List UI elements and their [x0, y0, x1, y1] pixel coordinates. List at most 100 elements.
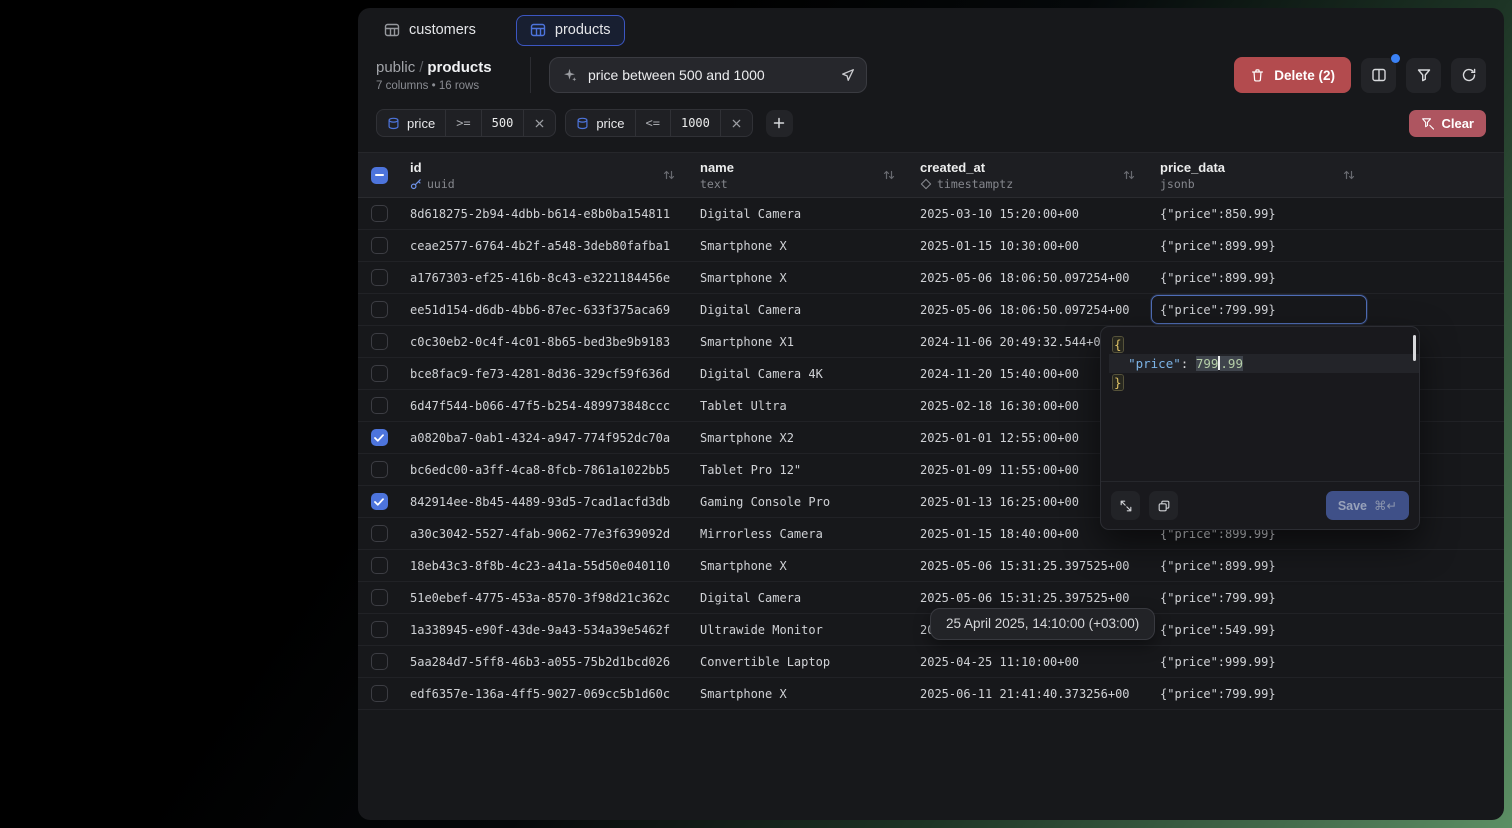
row-checkbox[interactable]	[371, 365, 388, 382]
cell-id[interactable]: a0820ba7-0ab1-4324-a947-774f952dc70a	[400, 422, 690, 453]
column-header-price-data[interactable]: price_data jsonb	[1150, 153, 1370, 197]
row-checkbox[interactable]	[371, 525, 388, 542]
row-select-cell[interactable]	[358, 518, 400, 549]
row-checkbox[interactable]	[371, 397, 388, 414]
cell-id[interactable]: a1767303-ef25-416b-8c43-e3221184456e	[400, 262, 690, 293]
cell-price-data[interactable]: {"price":850.99}	[1150, 198, 1370, 229]
tab-customers[interactable]: customers	[370, 15, 490, 46]
cell-price-data[interactable]: {"price":799.99}	[1150, 582, 1370, 613]
cell-name[interactable]: Digital Camera	[690, 582, 910, 613]
row-select-cell[interactable]	[358, 262, 400, 293]
row-select-cell[interactable]	[358, 230, 400, 261]
cell-price-data[interactable]: {"price":799.99}	[1150, 294, 1370, 325]
row-select-cell[interactable]	[358, 326, 400, 357]
breadcrumb-table[interactable]: products	[427, 59, 491, 76]
sort-icon[interactable]	[662, 168, 676, 182]
refresh-button[interactable]	[1451, 58, 1486, 93]
cell-name[interactable]: Digital Camera	[690, 198, 910, 229]
remove-filter-button[interactable]	[721, 110, 752, 136]
filter-operator[interactable]: >=	[446, 110, 481, 136]
cell-name[interactable]: Smartphone X	[690, 230, 910, 261]
cell-price-data[interactable]: {"price":899.99}	[1150, 230, 1370, 261]
cell-created-at[interactable]: 2025-05-06 18:06:50.097254+00	[910, 294, 1150, 325]
row-checkbox[interactable]	[371, 269, 388, 286]
tab-products[interactable]: products	[516, 15, 625, 46]
cell-id[interactable]: ceae2577-6764-4b2f-a548-3deb80fafba1	[400, 230, 690, 261]
row-checkbox[interactable]	[371, 205, 388, 222]
row-checkbox[interactable]	[371, 589, 388, 606]
cell-id[interactable]: 6d47f544-b066-47f5-b254-489973848ccc	[400, 390, 690, 421]
cell-created-at[interactable]: 2025-05-06 15:31:25.397525+00	[910, 550, 1150, 581]
row-checkbox[interactable]	[371, 653, 388, 670]
sort-icon[interactable]	[1342, 168, 1356, 182]
nl-query-input[interactable]	[588, 67, 830, 83]
column-header-name[interactable]: name text	[690, 153, 910, 197]
breadcrumb-schema[interactable]: public	[376, 59, 415, 76]
cell-name[interactable]: Mirrorless Camera	[690, 518, 910, 549]
cell-price-data[interactable]: {"price":999.99}	[1150, 646, 1370, 677]
row-select-cell[interactable]	[358, 422, 400, 453]
row-checkbox[interactable]	[371, 685, 388, 702]
cell-price-data[interactable]: {"price":899.99}	[1150, 550, 1370, 581]
row-checkbox[interactable]	[371, 621, 388, 638]
cell-name[interactable]: Tablet Ultra	[690, 390, 910, 421]
row-select-cell[interactable]	[358, 582, 400, 613]
column-header-created-at[interactable]: created_at timestamptz	[910, 153, 1150, 197]
cell-created-at[interactable]: 2025-03-10 15:20:00+00	[910, 198, 1150, 229]
filter-button[interactable]	[1406, 58, 1441, 93]
cell-id[interactable]: 51e0ebef-4775-453a-8570-3f98d21c362c	[400, 582, 690, 613]
cell-id[interactable]: 8d618275-2b94-4dbb-b614-e8b0ba154811	[400, 198, 690, 229]
filter-operator[interactable]: <=	[636, 110, 671, 136]
cell-id[interactable]: 842914ee-8b45-4489-93d5-7cad1acfd3db	[400, 486, 690, 517]
cell-id[interactable]: bce8fac9-fe73-4281-8d36-329cf59f636d	[400, 358, 690, 389]
filter-value[interactable]: 500	[482, 110, 525, 136]
json-editor-code[interactable]: { "price": 799.99 }	[1101, 327, 1419, 481]
filter-value[interactable]: 1000	[671, 110, 721, 136]
row-checkbox[interactable]	[371, 429, 388, 446]
cell-name[interactable]: Gaming Console Pro	[690, 486, 910, 517]
editor-scrollbar[interactable]	[1413, 335, 1416, 361]
filter-column[interactable]: price	[377, 110, 446, 136]
filter-column[interactable]: price	[566, 110, 635, 136]
save-button[interactable]: Save ⌘↵	[1326, 491, 1409, 520]
row-checkbox[interactable]	[371, 301, 388, 318]
row-select-cell[interactable]	[358, 486, 400, 517]
copy-button[interactable]	[1149, 491, 1178, 520]
cell-name[interactable]: Smartphone X	[690, 262, 910, 293]
cell-created-at[interactable]: 2025-04-25 11:10:00+00	[910, 646, 1150, 677]
row-select-cell[interactable]	[358, 678, 400, 709]
cell-id[interactable]: bc6edc00-a3ff-4ca8-8fcb-7861a1022bb5	[400, 454, 690, 485]
row-checkbox[interactable]	[371, 333, 388, 350]
cell-created-at[interactable]: 2025-06-11 21:41:40.373256+00	[910, 678, 1150, 709]
cell-price-data[interactable]: {"price":549.99}	[1150, 614, 1370, 645]
cell-id[interactable]: edf6357e-136a-4ff5-9027-069cc5b1d60c	[400, 678, 690, 709]
expand-button[interactable]	[1111, 491, 1140, 520]
row-checkbox[interactable]	[371, 461, 388, 478]
cell-name[interactable]: Ultrawide Monitor	[690, 614, 910, 645]
cell-created-at[interactable]: 2025-01-15 10:30:00+00	[910, 230, 1150, 261]
row-select-cell[interactable]	[358, 614, 400, 645]
select-all-checkbox[interactable]	[371, 167, 388, 184]
row-select-cell[interactable]	[358, 198, 400, 229]
cell-name[interactable]: Convertible Laptop	[690, 646, 910, 677]
cell-name[interactable]: Smartphone X1	[690, 326, 910, 357]
cell-id[interactable]: ee51d154-d6db-4bb6-87ec-633f375aca69	[400, 294, 690, 325]
row-checkbox[interactable]	[371, 237, 388, 254]
send-icon[interactable]	[840, 67, 856, 83]
cell-id[interactable]: 18eb43c3-8f8b-4c23-a41a-55d50e040110	[400, 550, 690, 581]
row-select-cell[interactable]	[358, 550, 400, 581]
cell-name[interactable]: Digital Camera	[690, 294, 910, 325]
row-select-cell[interactable]	[358, 646, 400, 677]
cell-name[interactable]: Smartphone X2	[690, 422, 910, 453]
row-select-cell[interactable]	[358, 454, 400, 485]
cell-name[interactable]: Digital Camera 4K	[690, 358, 910, 389]
cell-created-at[interactable]: 2025-05-06 18:06:50.097254+00	[910, 262, 1150, 293]
cell-price-data[interactable]: {"price":899.99}	[1150, 262, 1370, 293]
nl-query-box[interactable]	[549, 57, 867, 93]
select-all-cell[interactable]	[358, 153, 400, 197]
cell-name[interactable]: Smartphone X	[690, 550, 910, 581]
sort-icon[interactable]	[1122, 168, 1136, 182]
delete-button[interactable]: Delete (2)	[1234, 57, 1351, 93]
cell-id[interactable]: a30c3042-5527-4fab-9062-77e3f639092d	[400, 518, 690, 549]
add-filter-button[interactable]	[766, 110, 793, 137]
